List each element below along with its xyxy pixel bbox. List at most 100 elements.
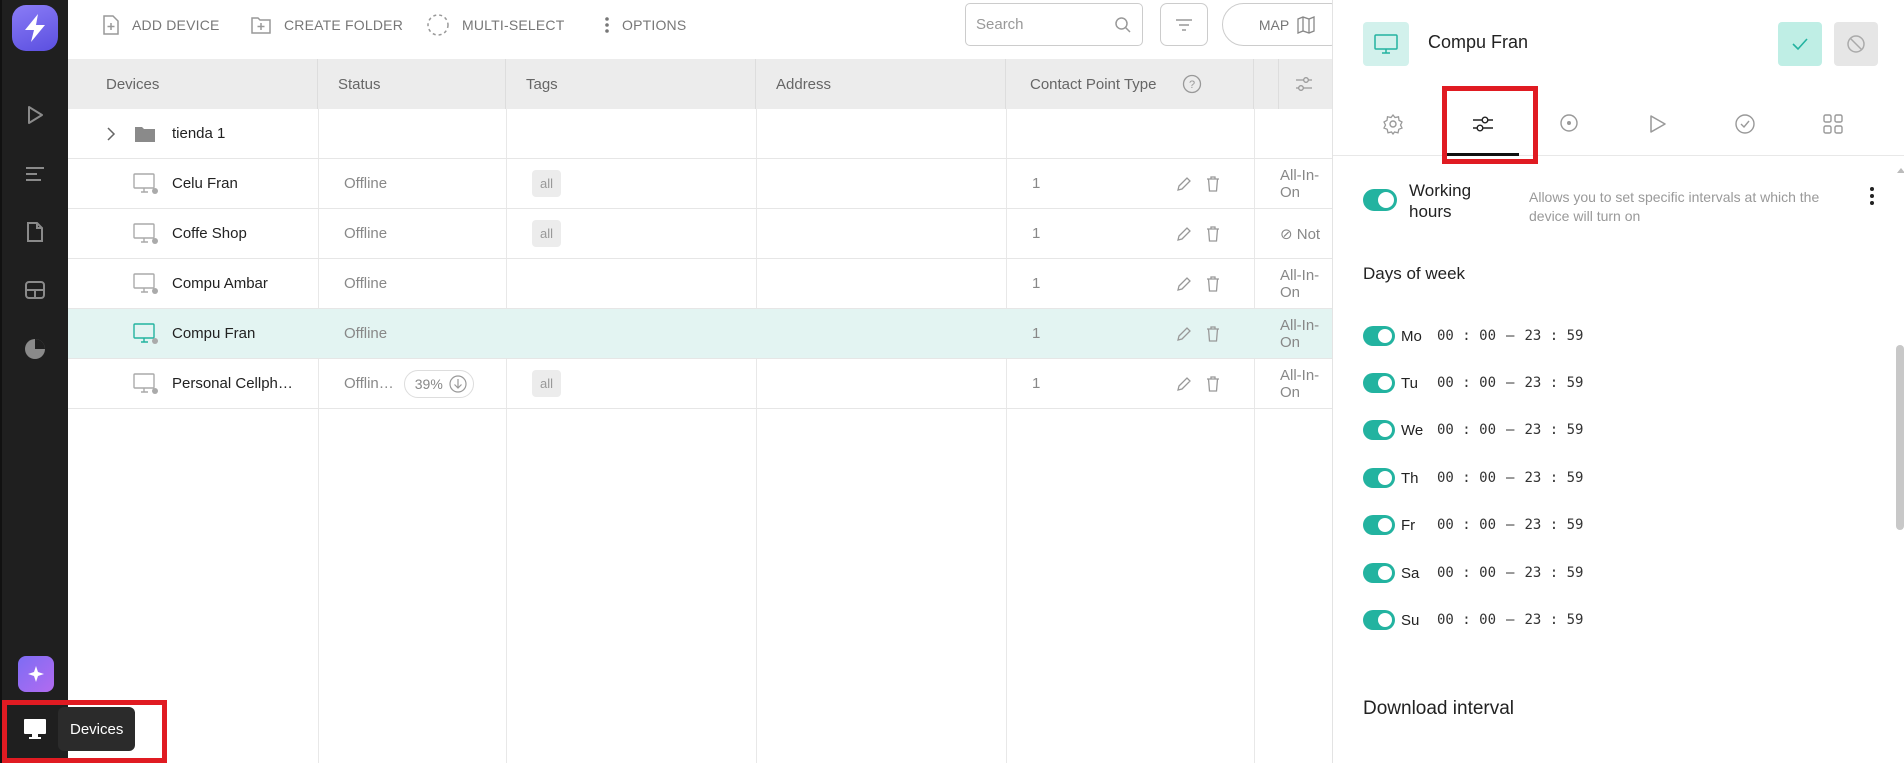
- add-folder-icon: [251, 17, 271, 34]
- edit-icon[interactable]: [1176, 259, 1192, 308]
- device-name: Celu Fran: [172, 175, 238, 192]
- column-settings-button[interactable]: [1278, 59, 1332, 109]
- multi-select-button[interactable]: MULTI-SELECT: [426, 12, 565, 38]
- contact-point-type: 1: [1032, 275, 1041, 292]
- create-folder-button[interactable]: CREATE FOLDER: [250, 12, 403, 38]
- time-from[interactable]: 00 : 00: [1437, 422, 1496, 438]
- play-icon[interactable]: [20, 100, 50, 130]
- header-devices[interactable]: Devices: [68, 59, 318, 109]
- contact-point-type: 1: [1032, 375, 1041, 392]
- working-hours-toggle[interactable]: [1363, 189, 1397, 211]
- trash-icon[interactable]: [1206, 159, 1220, 208]
- cancel-button[interactable]: [1834, 22, 1878, 66]
- time-to[interactable]: 23 : 59: [1524, 470, 1583, 486]
- working-hours-title: Working hours: [1409, 181, 1472, 221]
- time-from[interactable]: 00 : 00: [1437, 375, 1496, 391]
- help-icon[interactable]: ?: [1182, 74, 1202, 94]
- trash-icon[interactable]: [1206, 359, 1220, 408]
- search-input[interactable]: Search: [965, 3, 1143, 46]
- day-name: Th: [1401, 469, 1419, 487]
- time-to[interactable]: 23 : 59: [1524, 565, 1583, 581]
- time-to[interactable]: 23 : 59: [1524, 422, 1583, 438]
- day-row-tuesday: Tu 00 : 00 – 23 : 59: [1363, 371, 1583, 395]
- sliders-icon[interactable]: [20, 159, 50, 189]
- search-icon: [1115, 16, 1131, 33]
- more-options-icon[interactable]: [1869, 186, 1875, 211]
- layout-icon[interactable]: [20, 275, 50, 305]
- header-status[interactable]: Status: [318, 59, 506, 109]
- table-row[interactable]: Compu Ambar Offline 1 All-In-On: [68, 259, 1332, 309]
- trash-icon[interactable]: [1206, 309, 1220, 358]
- time-from[interactable]: 00 : 00: [1437, 612, 1496, 628]
- time-to[interactable]: 23 : 59: [1524, 612, 1583, 628]
- device-name: Compu Ambar: [172, 275, 268, 292]
- options-button[interactable]: OPTIONS: [604, 12, 686, 38]
- add-device-label: ADD DEVICE: [132, 17, 220, 33]
- table-row[interactable]: Personal Cellph… Offlin… 39% all 1 All-I…: [68, 359, 1332, 409]
- ai-assistant-icon[interactable]: [18, 656, 54, 692]
- day-toggle[interactable]: [1363, 468, 1395, 488]
- tab-schedule-settings[interactable]: [1443, 92, 1523, 156]
- tab-settings[interactable]: [1353, 92, 1433, 156]
- day-toggle[interactable]: [1363, 515, 1395, 535]
- day-toggle[interactable]: [1363, 326, 1395, 346]
- edit-icon[interactable]: [1176, 209, 1192, 258]
- map-label: MAP: [1258, 16, 1290, 33]
- table-row-selected[interactable]: Compu Fran Offline 1 All-In-On: [68, 309, 1332, 359]
- tab-status[interactable]: [1705, 92, 1785, 156]
- day-toggle[interactable]: [1363, 373, 1395, 393]
- day-toggle[interactable]: [1363, 563, 1395, 583]
- day-toggle[interactable]: [1363, 610, 1395, 630]
- folder-icon: [134, 109, 156, 158]
- time-from[interactable]: 00 : 00: [1437, 517, 1496, 533]
- contact-point-type: 1: [1032, 325, 1041, 342]
- tab-apps[interactable]: [1793, 92, 1873, 156]
- time-to[interactable]: 23 : 59: [1524, 517, 1583, 533]
- pie-chart-icon[interactable]: [20, 334, 50, 364]
- add-device-button[interactable]: ADD DEVICE: [102, 12, 220, 38]
- header-contact-point-type[interactable]: Contact Point Type ?: [1006, 59, 1254, 109]
- folder-row[interactable]: tienda 1: [68, 109, 1332, 159]
- panel-scrollbar-thumb[interactable]: [1896, 345, 1904, 530]
- add-file-icon: [103, 15, 119, 35]
- document-icon[interactable]: [20, 217, 50, 247]
- tab-playback[interactable]: [1617, 92, 1697, 156]
- lightning-logo-icon[interactable]: [12, 5, 58, 51]
- device-name: Compu Fran: [172, 325, 256, 342]
- device-status-cell: Offlin… 39%: [344, 359, 474, 408]
- filter-button[interactable]: [1160, 3, 1208, 46]
- day-name: Fr: [1401, 516, 1416, 534]
- column-settings-icon: [1296, 77, 1312, 91]
- edit-icon[interactable]: [1176, 309, 1192, 358]
- left-rail: [0, 0, 68, 763]
- time-from[interactable]: 00 : 00: [1437, 328, 1496, 344]
- time-to[interactable]: 23 : 59: [1524, 328, 1583, 344]
- monitor-icon: [133, 159, 159, 208]
- trash-icon[interactable]: [1206, 259, 1220, 308]
- tab-location[interactable]: [1529, 92, 1609, 156]
- edit-icon[interactable]: [1176, 159, 1192, 208]
- day-row-wednesday: We 00 : 00 – 23 : 59: [1363, 418, 1583, 442]
- days-of-week-title: Days of week: [1363, 264, 1466, 283]
- edit-icon[interactable]: [1176, 359, 1192, 408]
- panel-tabs: [1333, 92, 1904, 156]
- header-address[interactable]: Address: [756, 59, 1006, 109]
- time-from[interactable]: 00 : 00: [1437, 565, 1496, 581]
- header-tags[interactable]: Tags: [506, 59, 756, 109]
- day-toggle[interactable]: [1363, 420, 1395, 440]
- device-status: Offline: [344, 175, 388, 192]
- time-to[interactable]: 23 : 59: [1524, 375, 1583, 391]
- table-row[interactable]: Coffe Shop Offline all 1 ⊘ Not: [68, 209, 1332, 259]
- chevron-right-icon[interactable]: [106, 109, 116, 158]
- progress-percent: 39%: [414, 375, 443, 392]
- tag-badge[interactable]: all: [532, 370, 562, 397]
- time-from[interactable]: 00 : 00: [1437, 470, 1496, 486]
- trash-icon[interactable]: [1206, 209, 1220, 258]
- devices-icon[interactable]: [20, 714, 50, 744]
- table-row[interactable]: Celu Fran Offline all 1 All-In-On: [68, 159, 1332, 209]
- multi-select-label: MULTI-SELECT: [462, 17, 565, 33]
- tag-badge[interactable]: all: [532, 220, 562, 247]
- tag-badge[interactable]: all: [532, 170, 562, 197]
- working-hours-description: Allows you to set specific intervals at …: [1529, 189, 1820, 224]
- confirm-button[interactable]: [1778, 22, 1822, 66]
